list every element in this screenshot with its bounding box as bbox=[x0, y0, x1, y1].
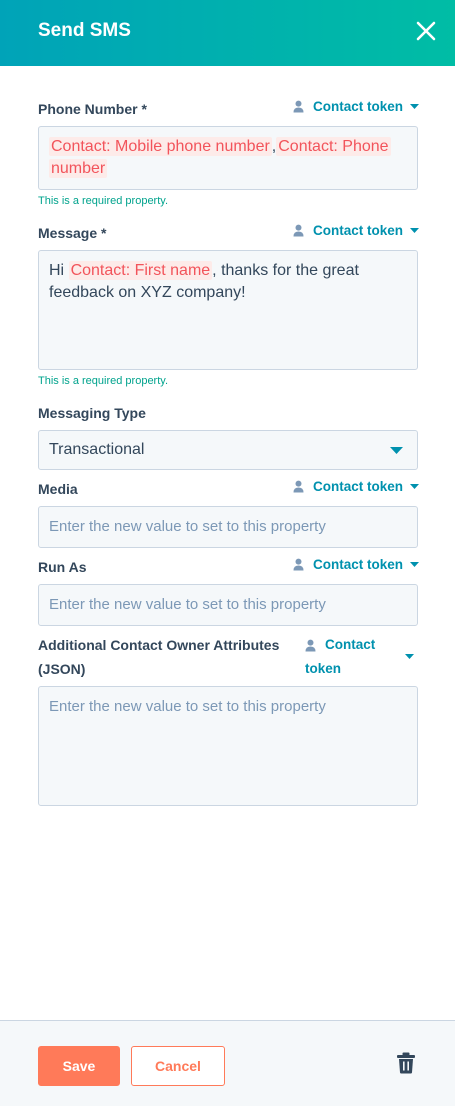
chevron-down-icon bbox=[410, 228, 420, 233]
person-icon bbox=[293, 558, 304, 571]
person-icon bbox=[305, 639, 316, 651]
phone-number-field[interactable]: Contact: Mobile phone number, Contact: Ph… bbox=[38, 126, 418, 190]
phone-contact-token-button[interactable]: Contact token bbox=[293, 99, 420, 114]
panel-header: Send SMS bbox=[0, 0, 455, 66]
cancel-button[interactable]: Cancel bbox=[131, 1046, 225, 1086]
media-label: Media bbox=[38, 481, 78, 497]
media-input[interactable]: Enter the new value to set to this prope… bbox=[38, 506, 418, 548]
additional-attributes-textarea[interactable]: Enter the new value to set to this prope… bbox=[38, 686, 418, 806]
contact-token-label-line2: token bbox=[305, 661, 342, 676]
messaging-type-value: Transactional bbox=[49, 441, 145, 458]
chevron-down-icon bbox=[410, 484, 420, 489]
chevron-down-icon bbox=[410, 104, 420, 109]
token-chip-phone-part2[interactable]: number bbox=[49, 159, 108, 178]
run-as-label: Run As bbox=[38, 559, 87, 575]
contact-token-label: Contact token bbox=[313, 479, 404, 494]
message-contact-token-button[interactable]: Contact token bbox=[293, 223, 420, 238]
caret-down-icon bbox=[390, 447, 403, 454]
additional-label-line1: Additional Contact Owner Attributes bbox=[38, 637, 280, 653]
phone-required-help: This is a required property. bbox=[38, 195, 169, 207]
run-as-placeholder: Enter the new value to set to this prope… bbox=[49, 596, 326, 613]
close-icon[interactable] bbox=[414, 19, 438, 43]
message-prefix: Hi bbox=[49, 262, 69, 279]
message-required-help: This is a required property. bbox=[38, 375, 169, 387]
token-chip-phone-part1[interactable]: Contact: Phone bbox=[276, 137, 391, 156]
token-chip-first-name[interactable]: Contact: First name bbox=[68, 261, 213, 280]
person-icon bbox=[293, 100, 304, 113]
run-as-contact-token-button[interactable]: Contact token bbox=[293, 557, 420, 572]
phone-number-label: Phone Number * bbox=[38, 101, 147, 117]
additional-contact-token-button[interactable]: Contact token bbox=[305, 633, 415, 681]
save-button[interactable]: Save bbox=[38, 1046, 120, 1086]
contact-token-label: Contact token bbox=[313, 223, 404, 238]
run-as-input[interactable]: Enter the new value to set to this prope… bbox=[38, 584, 418, 626]
panel-title: Send SMS bbox=[38, 20, 131, 41]
token-chip-mobile-phone[interactable]: Contact: Mobile phone number bbox=[49, 137, 272, 156]
additional-attributes-label: Additional Contact Owner Attributes (JSO… bbox=[38, 633, 288, 681]
additional-placeholder: Enter the new value to set to this prope… bbox=[49, 698, 326, 715]
person-icon bbox=[293, 480, 304, 493]
chevron-down-icon bbox=[410, 562, 420, 567]
message-text-line2: feedback on XYZ company! bbox=[49, 284, 246, 301]
contact-token-label: Contact token bbox=[313, 557, 404, 572]
chevron-down-icon bbox=[405, 654, 415, 659]
media-contact-token-button[interactable]: Contact token bbox=[293, 479, 420, 494]
contact-token-label: Contact token bbox=[313, 99, 404, 114]
messaging-type-select[interactable]: Transactional bbox=[38, 430, 418, 470]
message-text-line1: , thanks for the great bbox=[212, 262, 359, 279]
message-field[interactable]: Hi Contact: First name, thanks for the g… bbox=[38, 250, 418, 370]
media-placeholder: Enter the new value to set to this prope… bbox=[49, 518, 326, 535]
additional-label-line2: (JSON) bbox=[38, 661, 86, 677]
trash-icon[interactable] bbox=[396, 1052, 416, 1074]
message-label: Message * bbox=[38, 225, 107, 241]
messaging-type-label: Messaging Type bbox=[38, 405, 146, 421]
contact-token-label-line1: Contact bbox=[325, 637, 376, 652]
panel-footer: Save Cancel bbox=[0, 1020, 455, 1106]
person-icon bbox=[293, 224, 304, 237]
